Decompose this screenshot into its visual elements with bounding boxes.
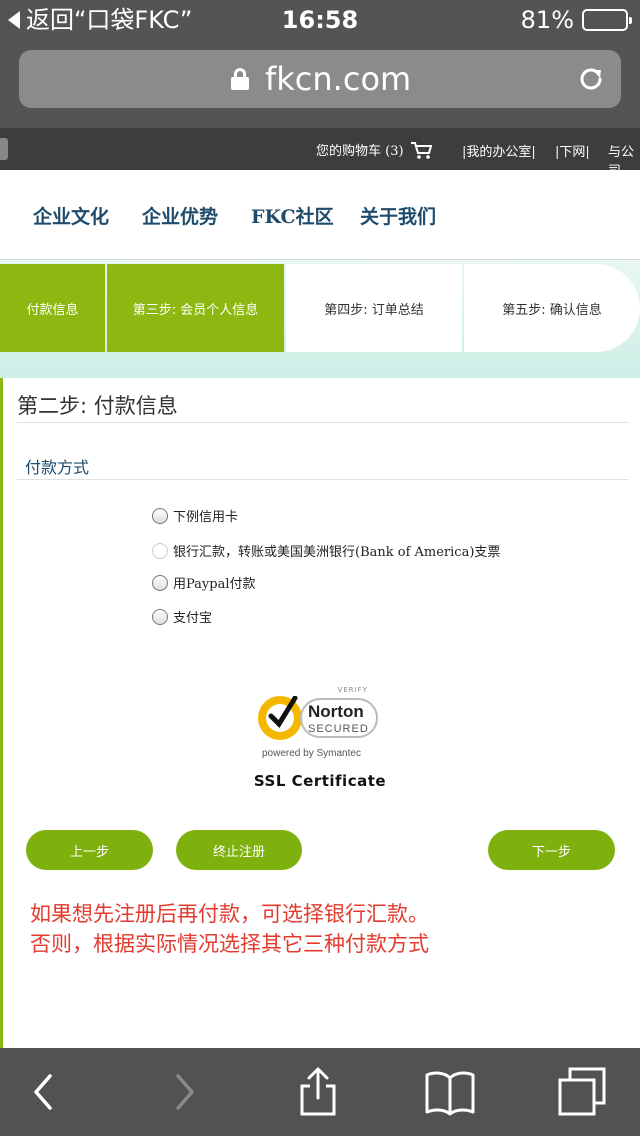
step-payment: 付款信息	[0, 264, 105, 352]
payment-option-bank-transfer[interactable]: 银行汇款，转账或美国美洲银行(Bank of America)支票	[152, 541, 500, 560]
annotation-line-1: 如果想先注册后再付款，可选择银行汇款。	[30, 902, 429, 926]
option-label: 下例信用卡	[173, 510, 239, 525]
nav-item-culture[interactable]: 企业文化	[33, 202, 109, 229]
norton-secured-badge[interactable]: VERIFY Norton SECURED powered by Symante…	[256, 686, 386, 766]
radio-button[interactable]	[152, 608, 168, 625]
step-label: 第五步: 确认信息	[502, 302, 602, 318]
prev-step-button[interactable]: 上一步	[26, 830, 153, 870]
nav-item-advantages[interactable]: 企业优势	[142, 202, 218, 229]
status-bar: 返回“口袋FKC” 16:58 81%	[0, 0, 640, 40]
nav-item-about[interactable]: 关于我们	[360, 202, 436, 229]
stop-registration-button[interactable]: 终止注册	[176, 830, 302, 870]
step-order-summary: 第四步: 订单总结	[286, 264, 462, 352]
battery-icon	[582, 9, 632, 31]
bookmarks-icon[interactable]	[424, 1066, 476, 1118]
radio-button[interactable]	[152, 542, 168, 559]
payment-option-paypal[interactable]: 用Paypal付款	[152, 573, 256, 592]
address-bar[interactable]: fkcn.com	[19, 50, 621, 108]
norton-brand: Norton	[308, 702, 364, 721]
main-nav: 企业文化 企业优势 FKC社区 关于我们	[0, 170, 640, 260]
ssl-certificate-label: SSL Certificate	[253, 772, 387, 790]
radio-button[interactable]	[152, 574, 168, 591]
cart-label: 您的购物车 (3)	[316, 144, 404, 159]
browser-address-area: fkcn.com	[0, 40, 640, 128]
step-label: 第四步: 订单总结	[324, 302, 424, 318]
payment-option-credit-card[interactable]: 下例信用卡	[152, 506, 238, 525]
office-link[interactable]: |我的办公室|	[462, 141, 536, 160]
tabs-icon[interactable]	[556, 1066, 608, 1118]
step-member-info: 第三步: 会员个人信息	[107, 264, 284, 352]
divider	[17, 479, 629, 480]
norton-secured-label: SECURED	[308, 723, 369, 735]
back-icon[interactable]	[18, 1066, 70, 1118]
annotation-line-2: 否则，根据实际情况选择其它三种付款方式	[30, 932, 429, 956]
option-label: 支付宝	[173, 611, 213, 626]
norton-powered-label: powered by Symantec	[262, 748, 361, 759]
step-label: 第三步: 会员个人信息	[132, 302, 259, 318]
lock-icon	[231, 68, 249, 90]
payment-option-alipay[interactable]: 支付宝	[152, 607, 212, 626]
nav-item-community[interactable]: FKC社区	[251, 202, 334, 229]
checkout-steps: 付款信息 第三步: 会员个人信息 第四步: 订单总结 第五步: 确认信息	[0, 260, 640, 380]
next-step-button[interactable]: 下一步	[488, 830, 615, 870]
option-label: 银行汇款，转账或美国美洲银行(Bank of America)支票	[173, 545, 501, 560]
step-label: 付款信息	[26, 302, 79, 318]
battery-indicator: 81%	[520, 6, 632, 34]
radio-button[interactable]	[152, 507, 168, 524]
checkmark-icon	[268, 696, 298, 729]
browser-toolbar	[0, 1048, 640, 1136]
battery-percent: 81%	[520, 6, 574, 34]
step-confirm: 第五步: 确认信息	[464, 264, 640, 352]
logout-link[interactable]: |下网|	[555, 141, 590, 160]
cart-icon	[410, 141, 432, 159]
site-topbar: 您的购物车 (3) |我的办公室| |下网| 与公司	[0, 128, 640, 179]
divider	[17, 422, 629, 423]
page-title: 第二步: 付款信息	[17, 394, 178, 418]
menu-toggle[interactable]	[0, 138, 8, 160]
forward-icon[interactable]	[158, 1066, 210, 1118]
url-text[interactable]: fkcn.com	[265, 60, 411, 98]
section-title: 付款方式	[25, 458, 90, 477]
norton-verify-label: VERIFY	[337, 686, 368, 694]
option-label: 用Paypal付款	[173, 577, 256, 592]
reload-icon[interactable]	[577, 65, 605, 93]
share-icon[interactable]	[292, 1066, 344, 1118]
cart-link[interactable]: 您的购物车 (3)	[316, 140, 432, 159]
